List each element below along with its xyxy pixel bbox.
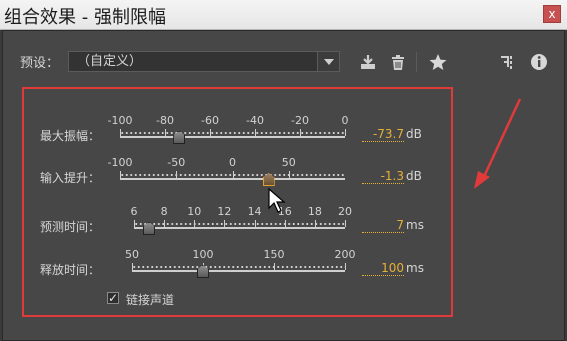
max-amplitude-tick-label: 0 <box>341 114 349 127</box>
look-ahead-time-tick-label: 20 <box>338 205 352 218</box>
look-ahead-time-value[interactable]: 7 <box>362 218 404 233</box>
mouse-pointer-icon <box>268 188 286 213</box>
preset-dropdown[interactable]: （自定义） <box>68 51 340 72</box>
input-boost-tick-label: 0 <box>229 156 236 169</box>
look-ahead-time-major-tick <box>345 220 346 227</box>
max-amplitude-tick-label: -80 <box>156 114 174 127</box>
release-time-tick-label: 50 <box>125 248 139 261</box>
look-ahead-time-tick-label: 18 <box>307 205 322 218</box>
release-time-value[interactable]: 100 <box>362 261 404 276</box>
link-channels-label: 链接声道 <box>126 293 175 307</box>
max-amplitude-unit: dB <box>406 127 422 141</box>
max-amplitude-tick-label: -100 <box>107 114 133 127</box>
window-title: 组合效果 - 强制限幅 <box>4 7 166 28</box>
parameters-highlight-box <box>22 87 453 317</box>
download-icon[interactable] <box>358 52 378 72</box>
look-ahead-time-unit: ms <box>406 218 424 232</box>
look-ahead-time-tick-label: 12 <box>217 205 232 218</box>
input-boost-unit: dB <box>406 169 422 183</box>
max-amplitude-value[interactable]: -73.7 <box>362 127 404 142</box>
look-ahead-time-tick-label: 8 <box>160 205 168 218</box>
routing-icon[interactable] <box>498 52 518 72</box>
annotation-arrow-icon <box>474 98 522 189</box>
look-ahead-time-tick-label: 14 <box>247 205 262 218</box>
input-boost-tick-label: -50 <box>167 156 186 169</box>
preset-value: （自定义） <box>77 54 143 69</box>
chevron-down-icon[interactable] <box>317 52 339 71</box>
max-amplitude-label: 最大振幅： <box>40 129 101 143</box>
release-time-minor-ticks <box>132 265 345 269</box>
link-channels-checkbox[interactable]: ✓ <box>107 292 119 304</box>
star-icon[interactable] <box>428 52 448 72</box>
release-time-label: 释放时间： <box>40 263 101 277</box>
input-boost-label: 输入提升： <box>40 171 101 185</box>
release-time-tick-label: 200 <box>334 248 356 261</box>
release-time-slider-track[interactable] <box>132 270 345 272</box>
input-boost-minor-ticks <box>120 173 345 177</box>
input-boost-tick-label: -100 <box>107 156 133 169</box>
max-amplitude-minor-ticks <box>120 131 345 135</box>
look-ahead-time-tick-label: 10 <box>187 205 202 218</box>
look-ahead-time-tick-label: 6 <box>130 205 138 218</box>
close-button[interactable]: x <box>543 5 561 23</box>
max-amplitude-major-tick <box>345 129 346 136</box>
release-time-major-tick <box>345 263 346 270</box>
preset-label: 预设： <box>20 56 60 71</box>
input-boost-tick-label: 50 <box>281 156 296 169</box>
release-time-unit: ms <box>406 261 424 275</box>
max-amplitude-tick-label: -40 <box>246 114 264 127</box>
release-time-tick-label: 150 <box>263 248 285 261</box>
title-bar: 组合效果 - 强制限幅 x <box>0 0 567 30</box>
toolbar-separator <box>416 52 417 72</box>
max-amplitude-tick-label: -60 <box>201 114 219 127</box>
max-amplitude-slider-track[interactable] <box>120 136 345 138</box>
look-ahead-time-label: 预测时间： <box>40 220 101 234</box>
input-boost-value[interactable]: -1.3 <box>362 169 404 184</box>
look-ahead-time-slider-track[interactable] <box>134 227 345 229</box>
release-time-tick-label: 100 <box>192 248 214 261</box>
look-ahead-time-minor-ticks <box>134 222 345 226</box>
input-boost-slider-track[interactable] <box>120 178 345 180</box>
trash-icon[interactable] <box>388 52 408 72</box>
max-amplitude-tick-label: -20 <box>291 114 309 127</box>
info-icon[interactable] <box>529 52 549 72</box>
